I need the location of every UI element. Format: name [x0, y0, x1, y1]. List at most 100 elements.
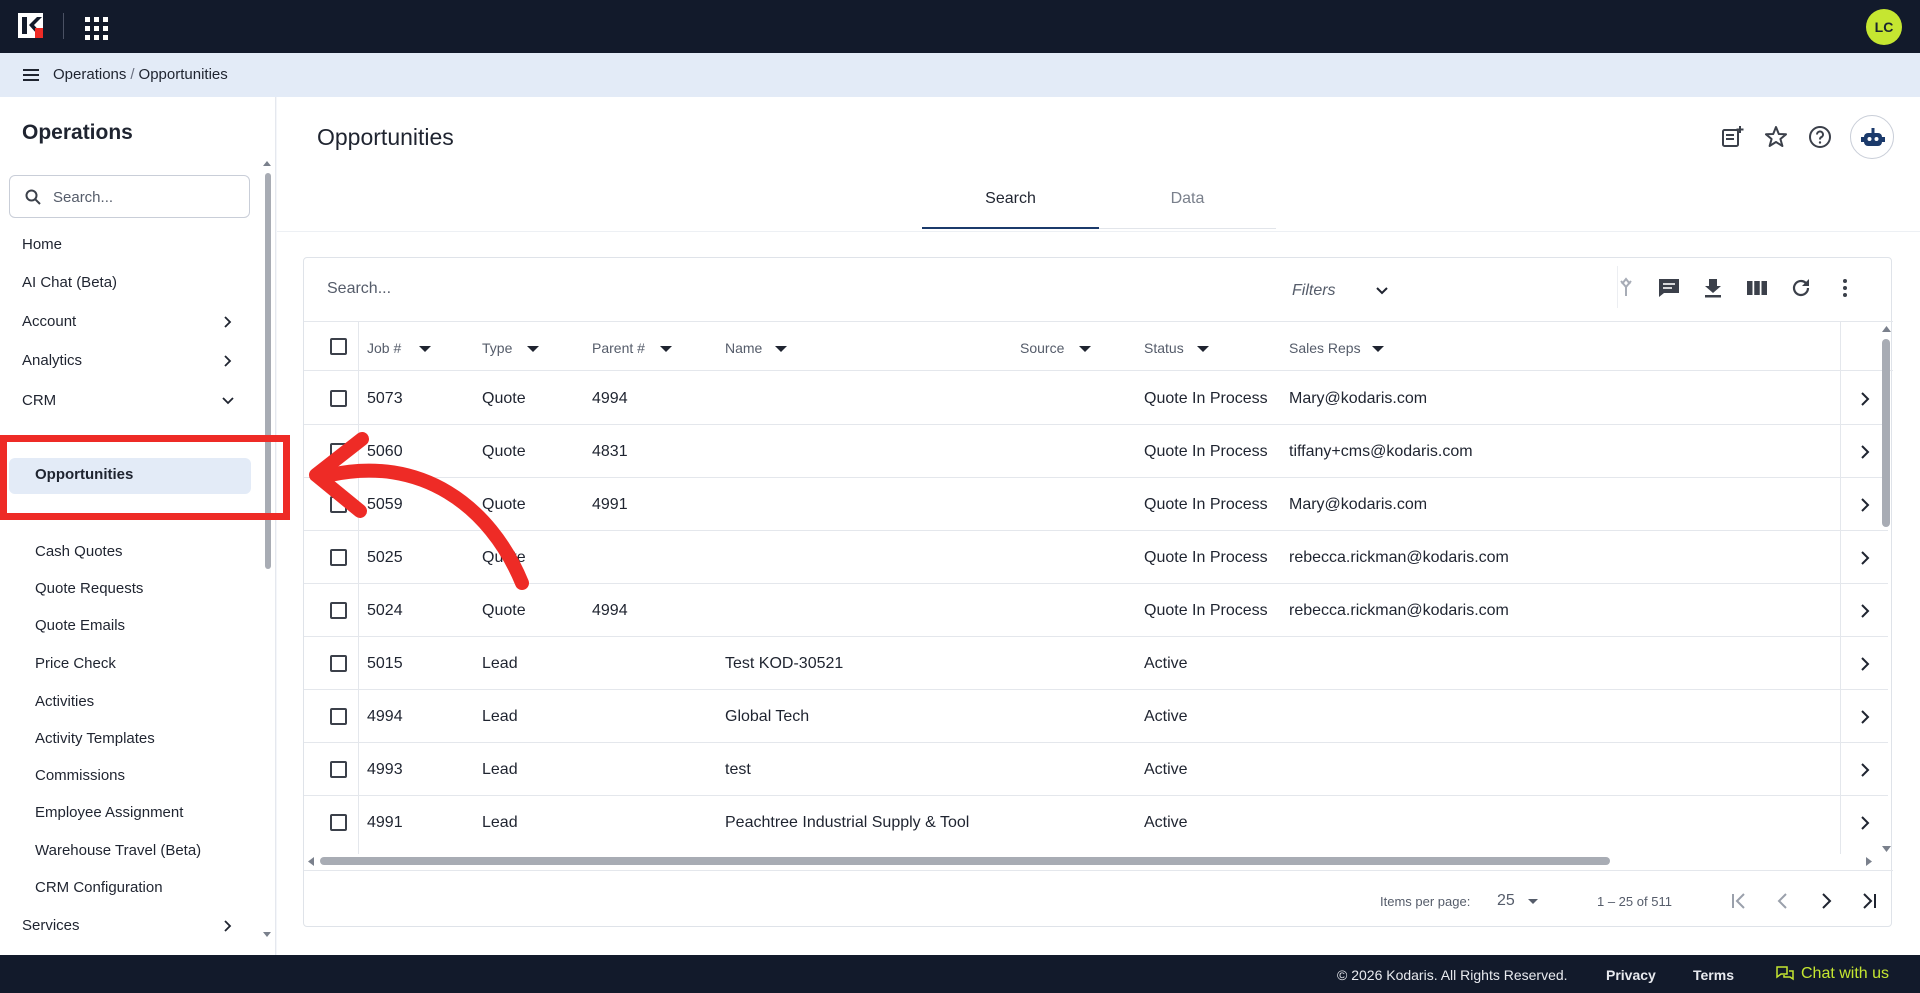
sort-caret-icon[interactable] — [660, 346, 672, 352]
scroll-left-icon[interactable] — [307, 857, 315, 866]
chevron-right-icon[interactable] — [1860, 498, 1870, 512]
sidebar-item-quote-requests[interactable]: Quote Requests — [35, 580, 143, 597]
chevron-right-icon[interactable] — [1860, 551, 1870, 565]
terms-link[interactable]: Terms — [1693, 967, 1734, 983]
grid-horizontal-scrollbar[interactable] — [304, 854, 1879, 868]
sidebar-item-warehouse-travel[interactable]: Warehouse Travel (Beta) — [35, 842, 201, 859]
ai-assistant-button[interactable] — [1850, 115, 1894, 159]
breadcrumb-operations[interactable]: Operations — [53, 66, 126, 83]
sidebar-item-commissions[interactable]: Commissions — [35, 767, 125, 784]
column-header-job[interactable]: Job # — [367, 340, 401, 356]
chevron-right-icon[interactable] — [1860, 710, 1870, 724]
scroll-right-icon[interactable] — [1865, 857, 1873, 866]
next-page-icon[interactable] — [1814, 889, 1838, 913]
kodaris-logo-icon[interactable] — [18, 13, 43, 38]
row-checkbox[interactable] — [330, 655, 347, 672]
previous-page-icon[interactable] — [1771, 889, 1795, 913]
sidebar-item-services[interactable]: Services — [22, 917, 80, 934]
column-header-source[interactable]: Source — [1020, 340, 1064, 356]
refresh-icon[interactable] — [1789, 276, 1813, 300]
scroll-up-icon[interactable] — [1882, 325, 1891, 333]
grid-vertical-scrollbar[interactable] — [1879, 323, 1891, 858]
filters-toggle[interactable]: Filters — [1292, 282, 1336, 300]
dropdown-caret-icon[interactable] — [1528, 899, 1538, 904]
sidebar-item-crm[interactable]: CRM — [22, 392, 56, 409]
comment-icon[interactable] — [1657, 276, 1681, 300]
sidebar-item-cash-quotes[interactable]: Cash Quotes — [35, 543, 123, 560]
user-avatar[interactable]: LC — [1866, 9, 1902, 45]
tab-search[interactable]: Search — [922, 189, 1099, 229]
chevron-right-icon[interactable] — [1860, 816, 1870, 830]
last-page-icon[interactable] — [1857, 889, 1881, 913]
sidebar-item-employee-assignment[interactable]: Employee Assignment — [35, 804, 183, 821]
row-checkbox[interactable] — [330, 602, 347, 619]
sidebar-item-quote-emails[interactable]: Quote Emails — [35, 617, 125, 634]
table-row[interactable]: 5059 Quote 4991 Quote In Process Mary@ko… — [304, 478, 1888, 531]
table-row[interactable]: 5060 Quote 4831 Quote In Process tiffany… — [304, 425, 1888, 478]
chevron-right-icon[interactable] — [1860, 604, 1870, 618]
chevron-right-icon[interactable] — [1860, 763, 1870, 777]
table-row[interactable]: 5073 Quote 4994 Quote In Process Mary@ko… — [304, 372, 1888, 425]
sidebar-item-home[interactable]: Home — [22, 236, 62, 253]
add-note-icon[interactable] — [1719, 124, 1745, 150]
chevron-right-icon[interactable] — [222, 355, 234, 367]
sidebar-item-activity-templates[interactable]: Activity Templates — [35, 730, 155, 747]
first-page-icon[interactable] — [1727, 889, 1751, 913]
sidebar-search-input[interactable] — [53, 186, 238, 208]
chat-button[interactable]: Chat with us — [1776, 965, 1889, 983]
more-vertical-icon[interactable] — [1833, 276, 1857, 300]
grid-search-input[interactable] — [327, 277, 1227, 301]
sidebar-item-price-check[interactable]: Price Check — [35, 655, 116, 672]
columns-icon[interactable] — [1745, 276, 1769, 300]
column-header-sales-reps[interactable]: Sales Reps — [1289, 340, 1361, 356]
sidebar-item-account[interactable]: Account — [22, 313, 76, 330]
table-row[interactable]: 5024 Quote 4994 Quote In Process rebecca… — [304, 584, 1888, 637]
sidebar-item-analytics[interactable]: Analytics — [22, 352, 82, 369]
sort-caret-icon[interactable] — [419, 346, 431, 352]
sort-caret-icon[interactable] — [1372, 346, 1384, 352]
scroll-up-icon[interactable] — [263, 159, 271, 167]
table-row[interactable]: 5025 Quote Quote In Process rebecca.rick… — [304, 531, 1888, 584]
column-header-parent[interactable]: Parent # — [592, 340, 645, 356]
table-row[interactable]: 4991 Lead Peachtree Industrial Supply & … — [304, 796, 1888, 849]
column-header-status[interactable]: Status — [1144, 340, 1184, 356]
sidebar-item-ai-chat[interactable]: AI Chat (Beta) — [22, 274, 117, 291]
apps-grid-icon[interactable] — [83, 15, 108, 40]
table-row[interactable]: 5015 Lead Test KOD-30521 Active — [304, 637, 1888, 690]
chevron-right-icon[interactable] — [1860, 657, 1870, 671]
privacy-link[interactable]: Privacy — [1606, 967, 1656, 983]
sidebar-item-activities[interactable]: Activities — [35, 693, 94, 710]
row-checkbox[interactable] — [330, 390, 347, 407]
grid-horizontal-scroll-thumb[interactable] — [320, 857, 1610, 865]
sort-caret-icon[interactable] — [527, 346, 539, 352]
row-checkbox[interactable] — [330, 814, 347, 831]
sort-caret-icon[interactable] — [775, 346, 787, 352]
chevron-right-icon[interactable] — [222, 316, 234, 328]
select-all-checkbox[interactable] — [330, 338, 347, 355]
star-icon[interactable] — [1763, 124, 1789, 150]
sidebar-scrollbar[interactable] — [263, 159, 271, 939]
scroll-down-icon[interactable] — [1882, 845, 1891, 853]
merge-icon[interactable] — [1614, 276, 1638, 300]
chevron-right-icon[interactable] — [222, 920, 234, 932]
table-row[interactable]: 4994 Lead Global Tech Active — [304, 690, 1888, 743]
menu-icon[interactable] — [23, 69, 39, 81]
tab-data[interactable]: Data — [1099, 189, 1276, 229]
items-per-page-select[interactable]: 25 — [1497, 892, 1515, 910]
chevron-down-icon[interactable] — [222, 395, 234, 407]
help-icon[interactable] — [1807, 124, 1833, 150]
table-row[interactable]: 4993 Lead test Active — [304, 743, 1888, 796]
sort-caret-icon[interactable] — [1079, 346, 1091, 352]
sidebar-item-crm-configuration[interactable]: CRM Configuration — [35, 879, 163, 896]
chevron-right-icon[interactable] — [1860, 392, 1870, 406]
scroll-down-icon[interactable] — [263, 931, 271, 939]
row-checkbox[interactable] — [330, 708, 347, 725]
grid-vertical-scroll-thumb[interactable] — [1882, 339, 1890, 527]
column-header-name[interactable]: Name — [725, 340, 762, 356]
sort-caret-icon[interactable] — [1197, 346, 1209, 352]
row-checkbox[interactable] — [330, 761, 347, 778]
chevron-right-icon[interactable] — [1860, 445, 1870, 459]
download-icon[interactable] — [1701, 276, 1725, 300]
chevron-down-icon[interactable] — [1375, 286, 1389, 296]
column-header-type[interactable]: Type — [482, 340, 512, 356]
